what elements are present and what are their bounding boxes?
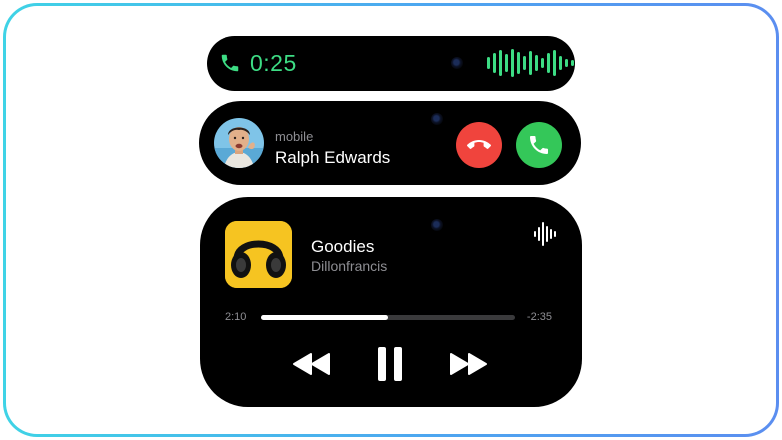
elapsed-time: 2:10 <box>225 311 247 323</box>
caller-name: Ralph Edwards <box>275 148 391 167</box>
track-artist: Dillonfrancis <box>311 258 388 274</box>
wave-bar <box>553 50 556 76</box>
wave-bar <box>511 49 514 77</box>
front-camera <box>431 113 443 125</box>
call-timer: 0:25 <box>250 50 297 76</box>
progress-bar[interactable] <box>261 315 515 320</box>
rewind-icon <box>293 353 330 375</box>
accept-call-icon <box>530 136 548 154</box>
fast-forward-icon <box>450 353 487 375</box>
wave-bar <box>547 53 550 73</box>
wave-bar <box>571 60 574 66</box>
track-title: Goodies <box>311 237 375 256</box>
call-type-label: mobile <box>275 129 314 144</box>
wave-bar <box>517 52 520 74</box>
wave-bar <box>535 55 538 71</box>
decline-call-icon <box>467 140 491 149</box>
fast-forward-button[interactable] <box>447 349 489 379</box>
caller-avatar <box>214 118 264 168</box>
wave-bar <box>499 50 502 76</box>
front-camera <box>451 57 463 69</box>
headphones-album-art <box>225 221 292 288</box>
wave-bar <box>487 57 490 69</box>
pause-icon <box>378 347 402 381</box>
wave-bar <box>493 53 496 73</box>
wave-bar <box>529 51 532 75</box>
pause-button[interactable] <box>373 345 407 383</box>
front-camera <box>431 219 443 231</box>
wave-bar <box>523 56 526 70</box>
audio-waveform-icon <box>534 222 556 246</box>
incoming-call-pill[interactable]: mobile Ralph Edwards <box>199 101 581 185</box>
decline-call-button[interactable] <box>456 122 502 168</box>
wave-bar <box>505 54 508 72</box>
accept-call-button[interactable] <box>516 122 562 168</box>
rewind-button[interactable] <box>291 349 333 379</box>
progress-fill <box>261 315 388 320</box>
active-call-pill[interactable]: 0:25 <box>207 36 575 91</box>
remaining-time: -2:35 <box>526 311 552 323</box>
wave-bar <box>565 59 568 67</box>
wave-bar <box>541 58 544 68</box>
phone-icon <box>221 54 239 72</box>
now-playing-pill[interactable]: Goodies Dillonfrancis 2:10 -2:35 <box>200 197 582 407</box>
voice-wave-icon <box>487 48 574 78</box>
wave-bar <box>559 56 562 70</box>
